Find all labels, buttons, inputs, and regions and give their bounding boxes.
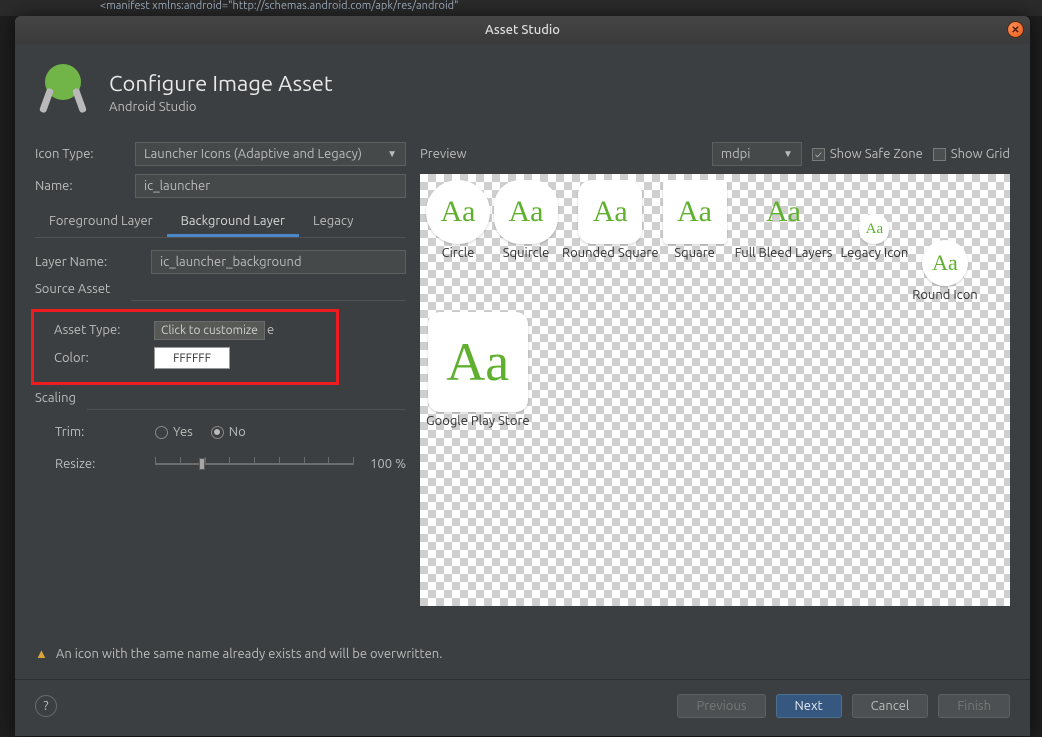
show-grid-label: Show Grid [951, 147, 1010, 161]
preview-caption: Rounded Square [562, 246, 659, 260]
preview-caption: Square [674, 246, 715, 260]
preview-caption: Legacy Icon [841, 246, 909, 260]
editor-backdrop: <manifest xmlns:android="http://schemas.… [0, 0, 1042, 16]
android-studio-logo-icon [35, 64, 91, 120]
preview-legacy: Aa [859, 214, 889, 244]
preview-rounded-square: Aa [578, 180, 642, 244]
preview-canvas: Aa Circle Aa Squircle Aa Rounded Square Aa S… [420, 174, 1010, 606]
preview-caption: Google Play Store [426, 414, 530, 428]
source-asset-section-label: Source Asset [35, 282, 406, 296]
previous-button[interactable]: Previous [677, 694, 765, 718]
preview-round-icon: Aa [922, 240, 968, 286]
icon-type-value: Launcher Icons (Adaptive and Legacy) [144, 147, 362, 161]
trim-yes-label: Yes [173, 425, 193, 439]
preview-panel: Preview mdpi ▼ Show Safe Zone Show Grid … [420, 140, 1010, 606]
layer-name-value: ic_launcher_background [160, 255, 302, 269]
layer-name-input[interactable]: ic_launcher_background [151, 250, 406, 274]
dialog-title: Asset Studio [485, 23, 560, 37]
name-input[interactable]: ic_launcher [135, 174, 406, 198]
preview-label: Preview [420, 147, 467, 161]
preview-caption: Circle [442, 246, 475, 260]
color-value: FFFFFF [173, 352, 211, 365]
preview-caption: Squircle [503, 246, 550, 260]
dialog-footer: ▲ An icon with the same name already exi… [15, 679, 1030, 736]
layer-name-label: Layer Name: [35, 255, 143, 269]
asset-type-trailing-char: e [267, 323, 274, 337]
separator [131, 300, 406, 301]
tab-foreground-layer[interactable]: Foreground Layer [35, 208, 167, 237]
next-button[interactable]: Next [776, 694, 842, 718]
form-panel: Icon Type: Launcher Icons (Adaptive and … [35, 140, 406, 606]
finish-button[interactable]: Finish [938, 694, 1010, 718]
icon-type-label: Icon Type: [35, 147, 127, 161]
color-label: Color: [54, 351, 146, 365]
chevron-down-icon: ▼ [387, 148, 397, 160]
close-icon[interactable]: ✕ [1007, 21, 1024, 38]
warning-icon: ▲ [35, 646, 48, 661]
trim-yes-radio[interactable]: Yes [155, 425, 193, 439]
scaling-section-label: Scaling [35, 391, 406, 405]
highlighted-region: Asset Type: Click to customize e Color: … [31, 309, 339, 385]
layer-tabs: Foreground Layer Background Layer Legacy [35, 208, 406, 238]
slider-thumb[interactable] [199, 458, 205, 470]
trim-no-label: No [229, 425, 246, 439]
trim-no-radio[interactable]: No [211, 425, 246, 439]
preview-caption: Full Bleed Layers [735, 246, 833, 260]
trim-label: Trim: [55, 425, 147, 439]
show-grid-checkbox[interactable]: Show Grid [933, 147, 1010, 161]
name-label: Name: [35, 179, 127, 193]
preview-play-store: Aa [428, 312, 528, 412]
show-safe-zone-checkbox[interactable]: Show Safe Zone [812, 147, 923, 161]
warning-text: An icon with the same name already exist… [56, 647, 443, 661]
warning-row: ▲ An icon with the same name already exi… [35, 646, 442, 661]
tab-legacy[interactable]: Legacy [299, 208, 367, 237]
density-value: mdpi [721, 147, 751, 161]
name-value: ic_launcher [144, 179, 210, 193]
resize-label: Resize: [55, 457, 147, 471]
separator [87, 409, 406, 410]
dialog-header: Configure Image Asset Android Studio [15, 44, 1030, 132]
preview-square: Aa [663, 180, 727, 244]
density-combobox[interactable]: mdpi ▼ [712, 142, 802, 166]
chevron-down-icon: ▼ [783, 148, 793, 160]
cancel-button[interactable]: Cancel [852, 694, 929, 718]
tooltip: Click to customize [154, 321, 265, 340]
icon-type-combobox[interactable]: Launcher Icons (Adaptive and Legacy) ▼ [135, 142, 406, 166]
preview-full-bleed: Aa [731, 180, 837, 244]
asset-type-label: Asset Type: [54, 323, 146, 337]
help-button[interactable]: ? [35, 695, 57, 717]
checkbox-icon [933, 148, 946, 161]
page-title: Configure Image Asset [109, 71, 333, 96]
resize-value: 100 % [362, 457, 406, 471]
preview-squircle: Aa [494, 180, 558, 244]
color-swatch-button[interactable]: FFFFFF [154, 347, 230, 369]
preview-circle: Aa [426, 180, 490, 244]
asset-studio-dialog: Asset Studio ✕ Configure Image Asset And… [15, 16, 1030, 736]
page-subtitle: Android Studio [109, 100, 333, 114]
preview-caption: Round Icon [912, 288, 977, 302]
resize-slider[interactable] [155, 455, 354, 473]
checkbox-icon [812, 148, 825, 161]
tab-background-layer[interactable]: Background Layer [167, 208, 299, 237]
show-safe-zone-label: Show Safe Zone [830, 147, 923, 161]
titlebar[interactable]: Asset Studio ✕ [15, 16, 1030, 44]
